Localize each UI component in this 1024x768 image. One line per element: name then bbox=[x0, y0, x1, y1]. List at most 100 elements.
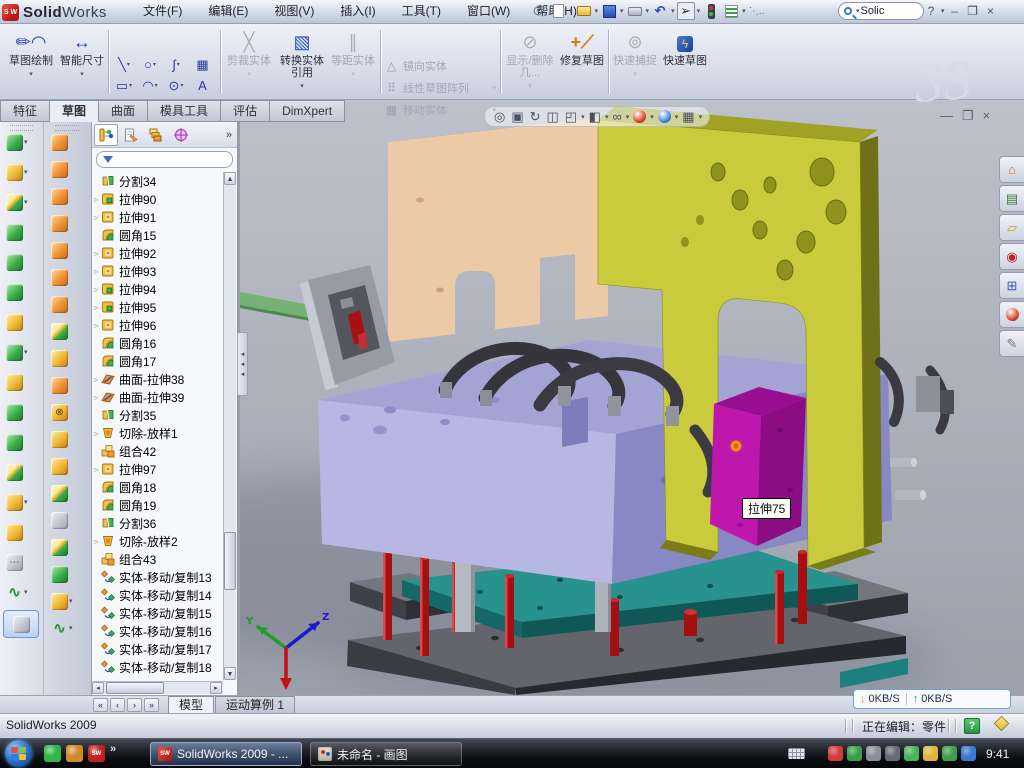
save-icon[interactable] bbox=[600, 2, 618, 20]
offset-surface-icon[interactable] bbox=[51, 319, 81, 343]
tree-item[interactable]: ▹曲面-拉伸39 bbox=[92, 388, 224, 406]
menu-1[interactable]: 文件(F) bbox=[130, 1, 195, 22]
instant3d-icon[interactable] bbox=[3, 610, 39, 638]
propertymanager-tab[interactable] bbox=[119, 124, 143, 146]
hide-show-items-icon-dropdown[interactable]: ▾ bbox=[626, 113, 630, 121]
custom-properties-icon[interactable]: ✎ bbox=[999, 330, 1024, 357]
new-document-icon[interactable] bbox=[549, 2, 567, 20]
3d-model-canvas[interactable]: Y Z X bbox=[240, 100, 1024, 695]
draft-icon[interactable] bbox=[6, 280, 36, 304]
revolved-surface-icon[interactable] bbox=[51, 157, 81, 181]
zoom-area-icon[interactable]: ▣ bbox=[511, 107, 523, 126]
expand-arrow-icon[interactable]: ▹ bbox=[92, 393, 101, 402]
split-body-icon[interactable] bbox=[6, 520, 36, 544]
edit-appearance-icon-dropdown[interactable]: ▾ bbox=[650, 113, 654, 121]
circle-icon[interactable]: ○▾ bbox=[138, 54, 163, 75]
options-dropdown[interactable]: ▾ bbox=[742, 7, 746, 15]
scroll-down-button[interactable]: ▼ bbox=[224, 667, 236, 680]
menu-5[interactable]: 工具(T) bbox=[389, 1, 454, 22]
edit-appearance-icon[interactable] bbox=[633, 110, 646, 123]
expand-arrow-icon[interactable]: ▹ bbox=[92, 429, 101, 438]
tree-item[interactable]: 实体-移动/复制13 bbox=[92, 568, 224, 586]
extruded-cut-icon[interactable]: ▾ bbox=[6, 160, 36, 184]
reference-geometry-icon[interactable]: ⋯ bbox=[6, 550, 36, 574]
undo-icon[interactable]: ↶ bbox=[651, 2, 669, 20]
tree-item[interactable]: ▹拉伸96 bbox=[92, 316, 224, 334]
view-settings-icon[interactable]: ▦ bbox=[682, 107, 694, 126]
linear-pattern-button[interactable]: ⠿线性草图阵列▾ bbox=[384, 78, 496, 98]
tab-评估[interactable]: 评估 bbox=[221, 100, 270, 122]
select-grid-icon[interactable]: ▦ bbox=[190, 54, 215, 75]
file-explorer-icon[interactable]: ▱ bbox=[999, 214, 1024, 241]
hide-show-items-icon[interactable]: ∞ bbox=[612, 107, 621, 126]
smart-dimension-button[interactable]: ↔ 智能尺寸▾ bbox=[58, 27, 106, 97]
search-box[interactable]: ▾ Solic bbox=[838, 2, 924, 20]
taskbar-clock[interactable]: 9:41 bbox=[986, 747, 1009, 761]
pushpin-icon[interactable]: ⊙ bbox=[529, 2, 547, 20]
scrollbar-thumb[interactable] bbox=[224, 532, 236, 590]
section-view-icon[interactable]: ◫ bbox=[547, 107, 559, 126]
panel-overflow-button[interactable]: » bbox=[226, 129, 235, 141]
boundary-surface-icon[interactable] bbox=[51, 238, 81, 262]
search-dropdown[interactable]: ▾ bbox=[856, 7, 860, 15]
expand-arrow-icon[interactable]: ▹ bbox=[92, 303, 101, 312]
tree-item[interactable]: ▹拉伸91 bbox=[92, 208, 224, 226]
open-dropdown[interactable]: ▾ bbox=[595, 7, 599, 15]
view-orientation-icon[interactable]: ◰ bbox=[565, 107, 577, 126]
configurationmanager-tab[interactable] bbox=[144, 124, 168, 146]
open-icon[interactable] bbox=[575, 2, 593, 20]
move-body-icon[interactable] bbox=[6, 460, 36, 484]
defender-icon[interactable] bbox=[942, 746, 957, 761]
radiate-surface-icon[interactable] bbox=[51, 346, 81, 370]
ruled-surface-icon[interactable] bbox=[51, 373, 81, 397]
tree-item[interactable]: 实体-移动/复制15 bbox=[92, 604, 224, 622]
expand-arrow-icon[interactable]: ▹ bbox=[92, 195, 101, 204]
security-suite-icon[interactable] bbox=[66, 745, 83, 762]
display-style-icon[interactable]: ◧ bbox=[589, 107, 601, 126]
expand-arrow-icon[interactable]: ▹ bbox=[92, 465, 101, 474]
tree-item[interactable]: ▹拉伸95 bbox=[92, 298, 224, 316]
tree-item[interactable]: 圆角19 bbox=[92, 496, 224, 514]
rectangle-icon[interactable]: ▭▾ bbox=[112, 75, 137, 96]
net-speed-overlay[interactable]: ↓ 0KB/S ↑ 0KB/S bbox=[853, 689, 1011, 709]
tree-item[interactable]: ▹拉伸90 bbox=[92, 190, 224, 208]
view-settings-icon-dropdown[interactable]: ▾ bbox=[699, 113, 703, 121]
sync-icon[interactable] bbox=[961, 746, 976, 761]
tree-item[interactable]: ▹拉伸97 bbox=[92, 460, 224, 478]
menu-3[interactable]: 视图(V) bbox=[261, 1, 327, 22]
tab-scroll-next-button[interactable]: › bbox=[127, 698, 142, 712]
join-icon[interactable] bbox=[6, 430, 36, 454]
expand-arrow-icon[interactable]: ▹ bbox=[92, 267, 101, 276]
tree-item[interactable]: ▹曲面-拉伸38 bbox=[92, 370, 224, 388]
tree-item[interactable]: ▹切除-放样2 bbox=[92, 532, 224, 550]
tree-item[interactable]: 分割34 bbox=[92, 172, 224, 190]
hole-wizard-icon[interactable] bbox=[6, 310, 36, 334]
tree-item[interactable]: ▹切除-放样1 bbox=[92, 424, 224, 442]
swept-surface-icon[interactable] bbox=[51, 130, 81, 154]
tree-item[interactable]: 圆角16 bbox=[92, 334, 224, 352]
tree-item[interactable]: 分割36 bbox=[92, 514, 224, 532]
tree-item[interactable]: 实体-移动/复制14 bbox=[92, 586, 224, 604]
tree-item[interactable]: 圆角15 bbox=[92, 226, 224, 244]
help-dropdown[interactable]: ▾ bbox=[941, 7, 945, 15]
warning-icon[interactable] bbox=[923, 746, 938, 761]
tree-horizontal-scrollbar[interactable]: ◂ ▸ bbox=[92, 681, 223, 694]
design-library-icon[interactable]: ▤ bbox=[999, 185, 1024, 212]
new-dropdown[interactable]: ▾ bbox=[569, 7, 573, 15]
expand-arrow-icon[interactable]: ▹ bbox=[92, 285, 101, 294]
volume-icon[interactable] bbox=[885, 746, 900, 761]
select-dropdown[interactable]: ▾ bbox=[697, 7, 701, 15]
dome-icon[interactable] bbox=[51, 562, 81, 586]
expand-arrow-icon[interactable]: ▹ bbox=[92, 249, 101, 258]
display-delete-relations-button[interactable]: ⊘ 显示/删除几...▾ bbox=[504, 27, 556, 97]
tree-item[interactable]: ▹拉伸92 bbox=[92, 244, 224, 262]
parting-line-icon[interactable] bbox=[51, 454, 81, 478]
taskbar-window-1[interactable]: SWSolidWorks 2009 - ... bbox=[150, 742, 302, 766]
im-phone-icon[interactable] bbox=[904, 746, 919, 761]
tab-草图[interactable]: 草图 bbox=[50, 100, 99, 122]
pattern-icon[interactable]: ▾ bbox=[6, 340, 36, 364]
fillet-icon[interactable]: ▾ bbox=[6, 190, 36, 214]
trim-surface-icon[interactable] bbox=[51, 508, 81, 532]
appearances-icon[interactable] bbox=[999, 301, 1024, 328]
apply-scene-icon[interactable] bbox=[658, 110, 671, 123]
